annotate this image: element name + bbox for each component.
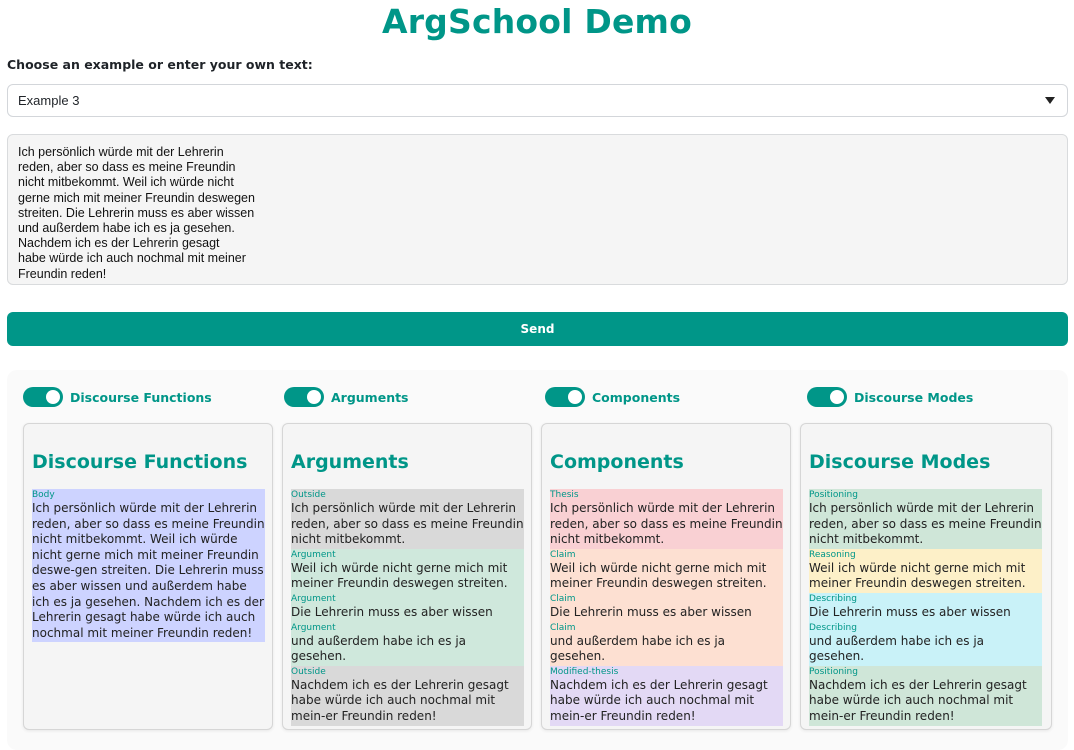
segment-list: Outside Ich persönlich würde mit der Lehr… [291,489,524,726]
segment-text: Die Lehrerin muss es aber wissen [291,604,493,619]
annotated-segment: Positioning Ich persönlich würde mit der … [809,489,1042,549]
example-select[interactable]: Example 3 [7,84,1068,117]
card-arguments: Arguments Outside Ich persönlich würde mi… [282,423,532,730]
segment-text: Ich persönlich würde mit der Lehrerin re… [291,501,524,547]
segment-text: Weil ich würde nicht gerne mich mit mein… [550,560,767,591]
annotated-segment: Argument und außerdem habe ich es ja gese… [291,621,524,666]
toggle-switch-icon[interactable] [807,387,847,407]
card-discourse-functions: Discourse Functions Body Ich persönlich w… [23,423,273,730]
annotated-segment: Body Ich persönlich würde mit der Lehreri… [32,489,265,643]
segment-label: Describing [809,593,857,604]
segment-label: Modified-thesis [550,666,619,677]
segment-text: und außerdem habe ich es ja gesehen. [809,633,985,664]
annotated-segment: Claim und außerdem habe ich es ja gesehen… [550,621,783,666]
segment-label: Claim [550,593,576,604]
segment-text: Ich persönlich würde mit der Lehrerin re… [809,501,1042,547]
input-textarea[interactable]: Ich persönlich würde mit der Lehrerin re… [7,134,1068,285]
segment-text: Nachdem ich es der Lehrerin gesagt habe … [291,677,509,723]
annotated-segment: Outside Nachdem ich es der Lehrerin gesag… [291,665,524,726]
toggle-switch-icon[interactable] [545,387,585,407]
annotated-segment: Outside Ich persönlich würde mit der Lehr… [291,489,524,549]
segment-label: Argument [291,593,336,604]
segment-text: Nachdem ich es der Lehrerin gesagt habe … [550,677,768,723]
toggle-label: Components [592,389,681,405]
toggle-components[interactable]: Components [545,387,680,407]
segment-list: Positioning Ich persönlich würde mit der … [809,489,1042,726]
annotated-segment: Argument Die Lehrerin muss es aber wissen [291,592,524,622]
card-title: Components [550,451,684,473]
card-title: Discourse Functions [32,451,248,473]
segment-label: Positioning [809,666,858,677]
send-button[interactable]: Send [7,312,1068,346]
annotated-segment: Describing Die Lehrerin muss es aber wiss… [809,592,1042,622]
annotated-segment: Describing und außerdem habe ich es ja ge… [809,621,1042,666]
segment-text: und außerdem habe ich es ja gesehen. [550,633,726,664]
toggle-label: Discourse Modes [854,389,974,405]
annotated-segment: Claim Die Lehrerin muss es aber wissen [550,592,783,622]
page-title: ArgSchool Demo [381,2,693,41]
segment-label: Outside [291,666,326,677]
segment-text: Ich persönlich würde mit der Lehrerin re… [550,501,783,547]
segment-label: Reasoning [809,549,856,560]
card-components: Components Thesis Ich persönlich würde mi… [541,423,791,730]
toggle-switch-icon[interactable] [23,387,63,407]
example-select-value: Example 3 [18,93,80,108]
toggle-switch-icon[interactable] [284,387,324,407]
segment-label: Outside [291,490,326,500]
segment-text: Ich persönlich würde mit der Lehrerin re… [32,501,265,640]
segment-text: Weil ich würde nicht gerne mich mit mein… [809,560,1026,591]
card-title: Discourse Modes [809,451,991,473]
toggle-discourse-functions[interactable]: Discourse Functions [23,387,212,407]
annotated-segment: Reasoning Weil ich würde nicht gerne mich… [809,548,1042,593]
toggle-label: Discourse Functions [70,389,212,405]
toggle-label: Arguments [331,389,409,405]
annotated-segment: Argument Weil ich würde nicht gerne mich … [291,548,524,593]
segment-label: Thesis [550,490,579,500]
example-prompt-label: Choose an example or enter your own text… [7,57,313,72]
annotated-segment: Claim Weil ich würde nicht gerne mich mit… [550,548,783,593]
segment-text: Nachdem ich es der Lehrerin gesagt habe … [809,677,1027,723]
card-title: Arguments [291,451,409,473]
chevron-down-icon [1045,97,1055,104]
segment-label: Positioning [809,490,858,500]
annotated-segment: Thesis Ich persönlich würde mit der Lehre… [550,489,783,549]
toggle-discourse-modes[interactable]: Discourse Modes [807,387,973,407]
annotated-segment: Modified-thesis Nachdem ich es der Lehrer… [550,665,783,726]
segment-label: Describing [809,622,857,633]
toggle-arguments[interactable]: Arguments [284,387,409,407]
segment-list: Thesis Ich persönlich würde mit der Lehre… [550,489,783,726]
segment-label: Claim [550,549,576,560]
segment-text: Die Lehrerin muss es aber wissen [550,604,752,619]
segment-list: Body Ich persönlich würde mit der Lehreri… [32,489,265,643]
segment-label: Body [32,490,55,500]
segment-text: Weil ich würde nicht gerne mich mit mein… [291,560,508,591]
segment-label: Claim [550,622,576,633]
annotated-segment: Positioning Nachdem ich es der Lehrerin g… [809,665,1042,726]
segment-label: Argument [291,622,336,633]
segment-text: und außerdem habe ich es ja gesehen. [291,633,467,664]
segment-label: Argument [291,549,336,560]
card-discourse-modes: Discourse Modes Positioning Ich persönlic… [800,423,1052,730]
segment-text: Die Lehrerin muss es aber wissen [809,604,1011,619]
